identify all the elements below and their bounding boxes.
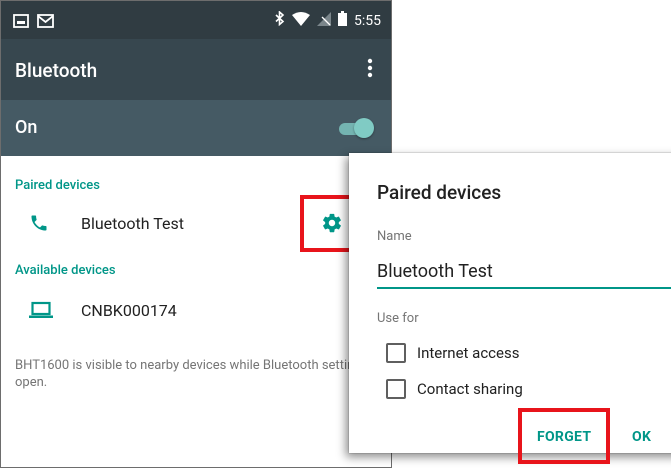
paired-devices-header: Paired devices xyxy=(15,178,100,193)
contact-sharing-option[interactable]: Contact sharing xyxy=(386,379,523,399)
internet-access-option[interactable]: Internet access xyxy=(386,343,519,363)
switch-label: On xyxy=(15,117,38,138)
mail-notification-icon xyxy=(37,13,54,32)
toggle-thumb xyxy=(354,118,374,138)
use-for-label: Use for xyxy=(377,311,419,326)
status-bar: 5:55 xyxy=(1,1,391,39)
more-vert-icon[interactable] xyxy=(367,57,373,79)
app-bar: Bluetooth xyxy=(1,39,391,100)
phone-icon xyxy=(29,213,49,237)
visibility-notice: BHT1600 is visible to nearby devices whi… xyxy=(15,358,382,390)
no-signal-icon xyxy=(317,11,331,30)
page-title: Bluetooth xyxy=(15,59,98,82)
name-field-label: Name xyxy=(377,229,412,244)
wifi-icon xyxy=(292,11,310,30)
internet-access-checkbox[interactable] xyxy=(386,343,406,363)
dialog-title: Paired devices xyxy=(377,181,502,204)
forget-highlight-box xyxy=(518,408,610,464)
battery-icon xyxy=(338,11,347,30)
available-device-name: CNBK000174 xyxy=(81,301,177,320)
gear-highlight-box xyxy=(300,195,356,252)
device-name-input[interactable] xyxy=(377,255,671,289)
paired-device-name: Bluetooth Test xyxy=(81,214,184,233)
available-devices-header: Available devices xyxy=(15,263,116,278)
laptop-icon xyxy=(29,301,53,323)
bluetooth-status-icon xyxy=(275,10,285,30)
image-notification-icon xyxy=(13,13,29,32)
ok-button[interactable]: OK xyxy=(632,429,651,445)
internet-access-label: Internet access xyxy=(417,344,520,362)
contact-sharing-label: Contact sharing xyxy=(417,380,523,398)
paired-devices-dialog: Paired devices Name Use for Internet acc… xyxy=(349,153,671,453)
bluetooth-master-switch-bar[interactable]: On xyxy=(1,100,391,156)
contact-sharing-checkbox[interactable] xyxy=(386,379,406,399)
bluetooth-toggle[interactable] xyxy=(337,118,374,138)
clock: 5:55 xyxy=(354,12,381,29)
